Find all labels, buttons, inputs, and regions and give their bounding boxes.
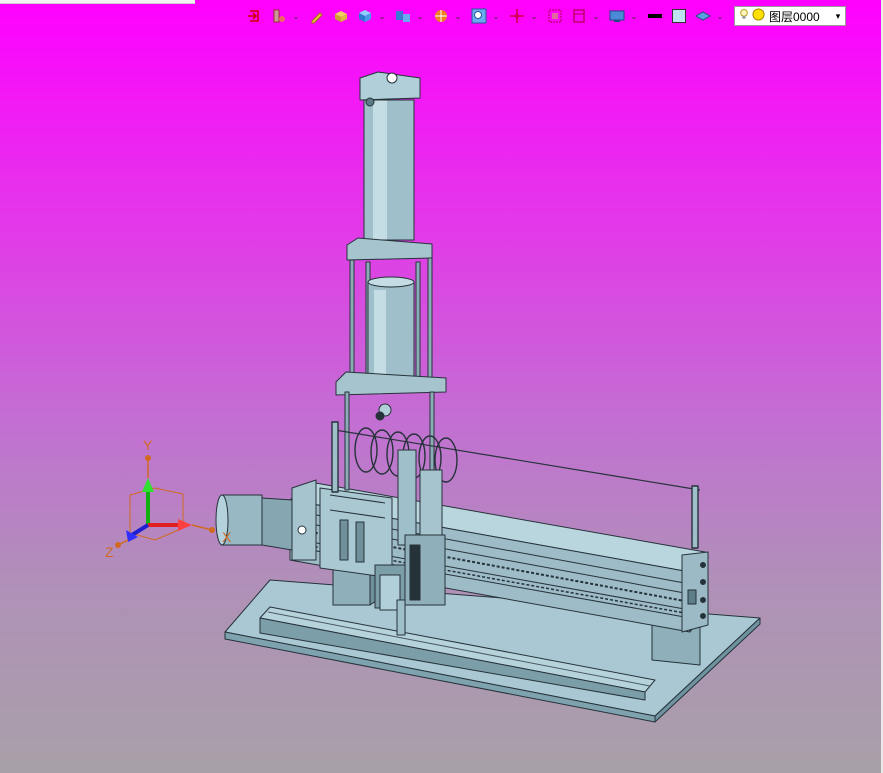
lower-cylinder — [367, 276, 415, 383]
z-axis-label: Z — [105, 544, 114, 560]
cad-model-scene: Y X Z — [105, 71, 761, 723]
x-axis-label: X — [222, 529, 232, 545]
axis-triad — [115, 455, 215, 548]
stepper-motor — [215, 479, 317, 561]
upper-cylinder — [359, 71, 421, 241]
y-axis-label: Y — [143, 437, 153, 453]
upper-plate — [346, 237, 433, 261]
